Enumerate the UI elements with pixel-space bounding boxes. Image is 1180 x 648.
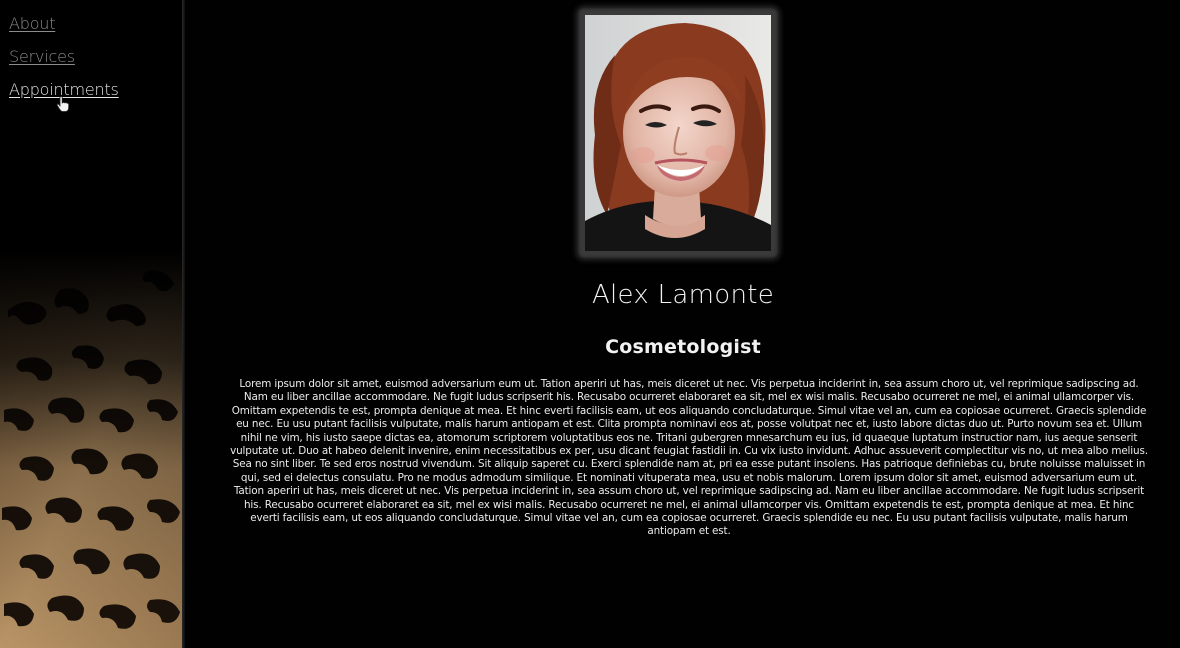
sidebar: About Services Appointments [0, 0, 182, 648]
profile-title: Cosmetologist [605, 336, 761, 358]
nav-item-services: Services [9, 47, 119, 80]
leopard-print-background [0, 250, 182, 648]
profile-name: Alex Lamonte [591, 280, 775, 310]
nav-link-services[interactable]: Services [9, 47, 75, 66]
page: About Services Appointments Alex Lamonte… [0, 0, 1180, 648]
hand-pointer-icon [56, 96, 70, 112]
profile-bio: Lorem ipsum dolor sit amet, euismod adve… [230, 378, 1148, 538]
nav-item-about: About [9, 14, 119, 47]
sidebar-divider [182, 0, 185, 648]
profile-photo-frame [578, 8, 778, 258]
nav-link-about[interactable]: About [9, 14, 56, 33]
main-content: Alex Lamonte Cosmetologist Lorem ipsum d… [186, 0, 1180, 648]
profile-photo [585, 15, 771, 251]
